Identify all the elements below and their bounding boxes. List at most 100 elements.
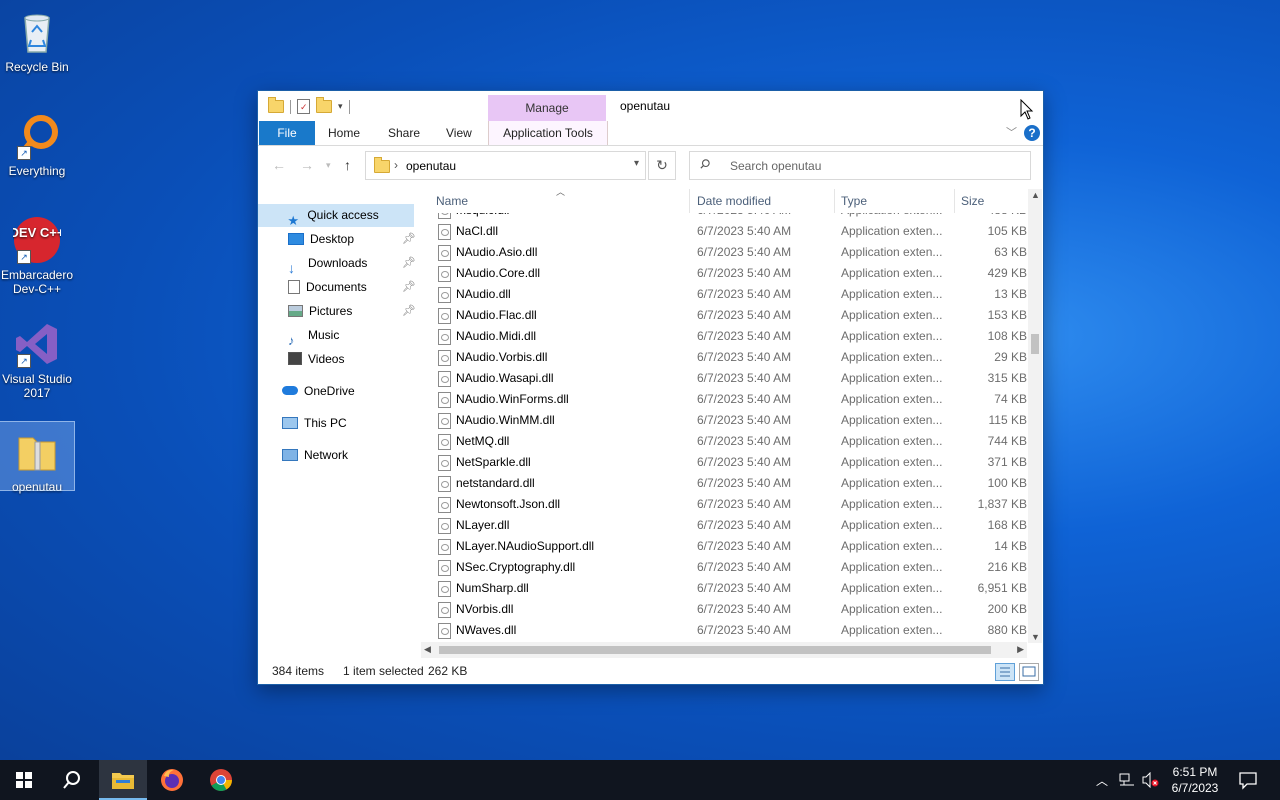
- tab-file[interactable]: File: [259, 121, 315, 145]
- address-path[interactable]: openutau: [406, 159, 456, 173]
- show-hidden-icons-chevron-icon[interactable]: ︿: [1096, 772, 1108, 789]
- action-center-icon[interactable]: [1238, 770, 1258, 793]
- file-date: 6/7/2023 5:40 AM: [697, 539, 792, 553]
- file-name: NAudio.Wasapi.dll: [456, 371, 554, 385]
- new-folder-icon[interactable]: [316, 97, 332, 113]
- taskbar-clock[interactable]: 6:51 PM 6/7/2023: [1164, 764, 1226, 796]
- desktop-icon-recycle-bin[interactable]: Recycle Bin: [0, 2, 74, 76]
- tab-view[interactable]: View: [446, 121, 472, 145]
- nav-item-label: Quick access: [307, 208, 379, 222]
- nav-item-videos[interactable]: Videos: [288, 348, 418, 371]
- table-row[interactable]: NAudio.Midi.dll 6/7/2023 5:40 AM Applicati…: [428, 326, 1028, 347]
- start-button[interactable]: [0, 760, 48, 800]
- desktop-icon-everything[interactable]: ↗ Everything: [0, 106, 74, 180]
- tab-share[interactable]: Share: [388, 121, 420, 145]
- table-row[interactable]: NAudio.Flac.dll 6/7/2023 5:40 AM Applicati…: [428, 305, 1028, 326]
- table-row[interactable]: NLayer.dll 6/7/2023 5:40 AM Application ex…: [428, 515, 1028, 536]
- forward-button[interactable]: →: [300, 157, 314, 173]
- table-row[interactable]: NAudio.WinMM.dll 6/7/2023 5:40 AM Applicat…: [428, 410, 1028, 431]
- horizontal-scroll-thumb[interactable]: [439, 646, 991, 654]
- details-view-button[interactable]: [995, 663, 1015, 681]
- chevron-down-icon[interactable]: ▾: [634, 158, 639, 169]
- refresh-button[interactable]: ↻: [648, 151, 676, 180]
- shortcut-arrow-icon: ↗: [17, 250, 31, 264]
- back-button[interactable]: ←: [272, 157, 286, 173]
- dll-file-icon: [438, 518, 451, 534]
- nav-item-network[interactable]: Network: [282, 444, 418, 467]
- network-status-icon[interactable]: [1118, 772, 1136, 791]
- tab-manage[interactable]: Manage: [488, 95, 606, 121]
- table-row[interactable]: NAudio.Vorbis.dll 6/7/2023 5:40 AM Applica…: [428, 347, 1028, 368]
- column-header-type[interactable]: Type: [841, 194, 867, 208]
- properties-icon[interactable]: ✓: [297, 99, 310, 114]
- table-row[interactable]: NetSparkle.dll 6/7/2023 5:40 AM Applicatio…: [428, 452, 1028, 473]
- file-type: Application exten...: [841, 497, 943, 511]
- table-row[interactable]: NSec.Cryptography.dll 6/7/2023 5:40 AM App…: [428, 557, 1028, 578]
- nav-item-desktop[interactable]: Desktop 📌︎: [288, 228, 418, 251]
- table-row[interactable]: NetMQ.dll 6/7/2023 5:40 AM Application ext…: [428, 431, 1028, 452]
- desktop-icon-openutau[interactable]: openutau: [0, 421, 75, 494]
- scroll-right-arrow[interactable]: ▶: [1017, 644, 1024, 655]
- table-row[interactable]: NWaves.dll 6/7/2023 5:40 AM Application ex…: [428, 620, 1028, 641]
- column-header-name[interactable]: Name: [436, 194, 468, 208]
- table-row[interactable]: NAudio.Asio.dll 6/7/2023 5:40 AM Applicati…: [428, 242, 1028, 263]
- search-placeholder: Search openutau: [730, 159, 822, 173]
- dll-file-icon: [438, 560, 451, 576]
- volume-muted-icon[interactable]: [1142, 771, 1160, 791]
- nav-item-label: This PC: [304, 416, 347, 430]
- table-row[interactable]: NLayer.NAudioSupport.dll 6/7/2023 5:40 AM…: [428, 536, 1028, 557]
- nav-item-music[interactable]: ♪ Music: [288, 324, 418, 348]
- file-size: 880 KB: [987, 623, 1027, 637]
- table-row[interactable]: NaCl.dll 6/7/2023 5:40 AM Application exte…: [428, 221, 1028, 242]
- customize-qat-icon[interactable]: ▾: [338, 101, 343, 112]
- nav-item-onedrive[interactable]: OneDrive: [282, 380, 418, 403]
- dll-file-icon: [438, 392, 451, 408]
- column-divider[interactable]: [689, 189, 690, 213]
- desktop-icon-visual-studio[interactable]: ↗ Visual Studio 2017: [0, 314, 74, 402]
- table-row[interactable]: NAudio.Core.dll 6/7/2023 5:40 AM Applicati…: [428, 263, 1028, 284]
- scroll-down-arrow[interactable]: ▼: [1031, 632, 1040, 642]
- table-row[interactable]: msquic.dll 6/7/2023 5:40 AM Application …: [428, 213, 1028, 221]
- title-bar[interactable]: ✓ ▾ Manage openutau: [258, 91, 1043, 121]
- recent-locations-button[interactable]: ▾: [326, 160, 331, 171]
- vertical-scrollbar[interactable]: ▲ ▼: [1028, 189, 1042, 643]
- taskbar-chrome[interactable]: [197, 760, 245, 800]
- search-button[interactable]: [48, 760, 96, 800]
- help-icon[interactable]: ?: [1024, 125, 1040, 141]
- nav-item-documents[interactable]: Documents 📌︎: [288, 276, 418, 299]
- taskbar-file-explorer[interactable]: [99, 760, 147, 800]
- table-row[interactable]: NAudio.Wasapi.dll 6/7/2023 5:40 AM Applica…: [428, 368, 1028, 389]
- nav-item-quick-access[interactable]: ★ Quick access: [258, 204, 414, 228]
- address-bar[interactable]: › openutau ▾: [365, 151, 646, 180]
- tab-application-tools[interactable]: Application Tools: [488, 121, 608, 145]
- horizontal-scrollbar[interactable]: ◀ ▶: [421, 642, 1027, 658]
- tab-home[interactable]: Home: [328, 121, 360, 145]
- large-icons-view-button[interactable]: [1019, 663, 1039, 681]
- up-button[interactable]: ↑: [344, 157, 351, 173]
- chevron-right-icon[interactable]: ›: [394, 158, 398, 172]
- table-row[interactable]: Newtonsoft.Json.dll 6/7/2023 5:40 AM Appli…: [428, 494, 1028, 515]
- search-box[interactable]: Search openutau: [689, 151, 1031, 180]
- table-row[interactable]: NAudio.dll 6/7/2023 5:40 AM Application ex…: [428, 284, 1028, 305]
- table-row[interactable]: NumSharp.dll 6/7/2023 5:40 AM Application …: [428, 578, 1028, 599]
- taskbar-firefox[interactable]: [148, 760, 196, 800]
- vertical-scroll-thumb[interactable]: [1031, 334, 1039, 354]
- table-row[interactable]: NVorbis.dll 6/7/2023 5:40 AM Application e…: [428, 599, 1028, 620]
- column-divider[interactable]: [834, 189, 835, 213]
- column-header-size[interactable]: Size: [961, 194, 984, 208]
- nav-item-downloads[interactable]: ↓ Downloads 📌︎: [288, 252, 418, 276]
- desktop-icon-label: Embarcadero Dev-C++: [0, 268, 74, 296]
- desktop-icon-devcpp[interactable]: DEV C++ ↗ Embarcadero Dev-C++: [0, 210, 74, 298]
- table-row[interactable]: netstandard.dll 6/7/2023 5:40 AM Applicati…: [428, 473, 1028, 494]
- column-header-date[interactable]: Date modified: [697, 194, 771, 208]
- column-divider[interactable]: [954, 189, 955, 213]
- table-row[interactable]: NAudio.WinForms.dll 6/7/2023 5:40 AM Appli…: [428, 389, 1028, 410]
- nav-item-pictures[interactable]: Pictures 📌︎: [288, 300, 418, 323]
- file-size: 1,837 KB: [977, 497, 1027, 511]
- dll-file-icon: [438, 308, 451, 324]
- expand-ribbon-icon[interactable]: ﹀: [1006, 124, 1017, 140]
- dll-file-icon: [438, 455, 451, 471]
- nav-item-this-pc[interactable]: This PC: [282, 412, 418, 435]
- scroll-left-arrow[interactable]: ◀: [424, 644, 431, 655]
- scroll-up-arrow[interactable]: ▲: [1031, 190, 1040, 200]
